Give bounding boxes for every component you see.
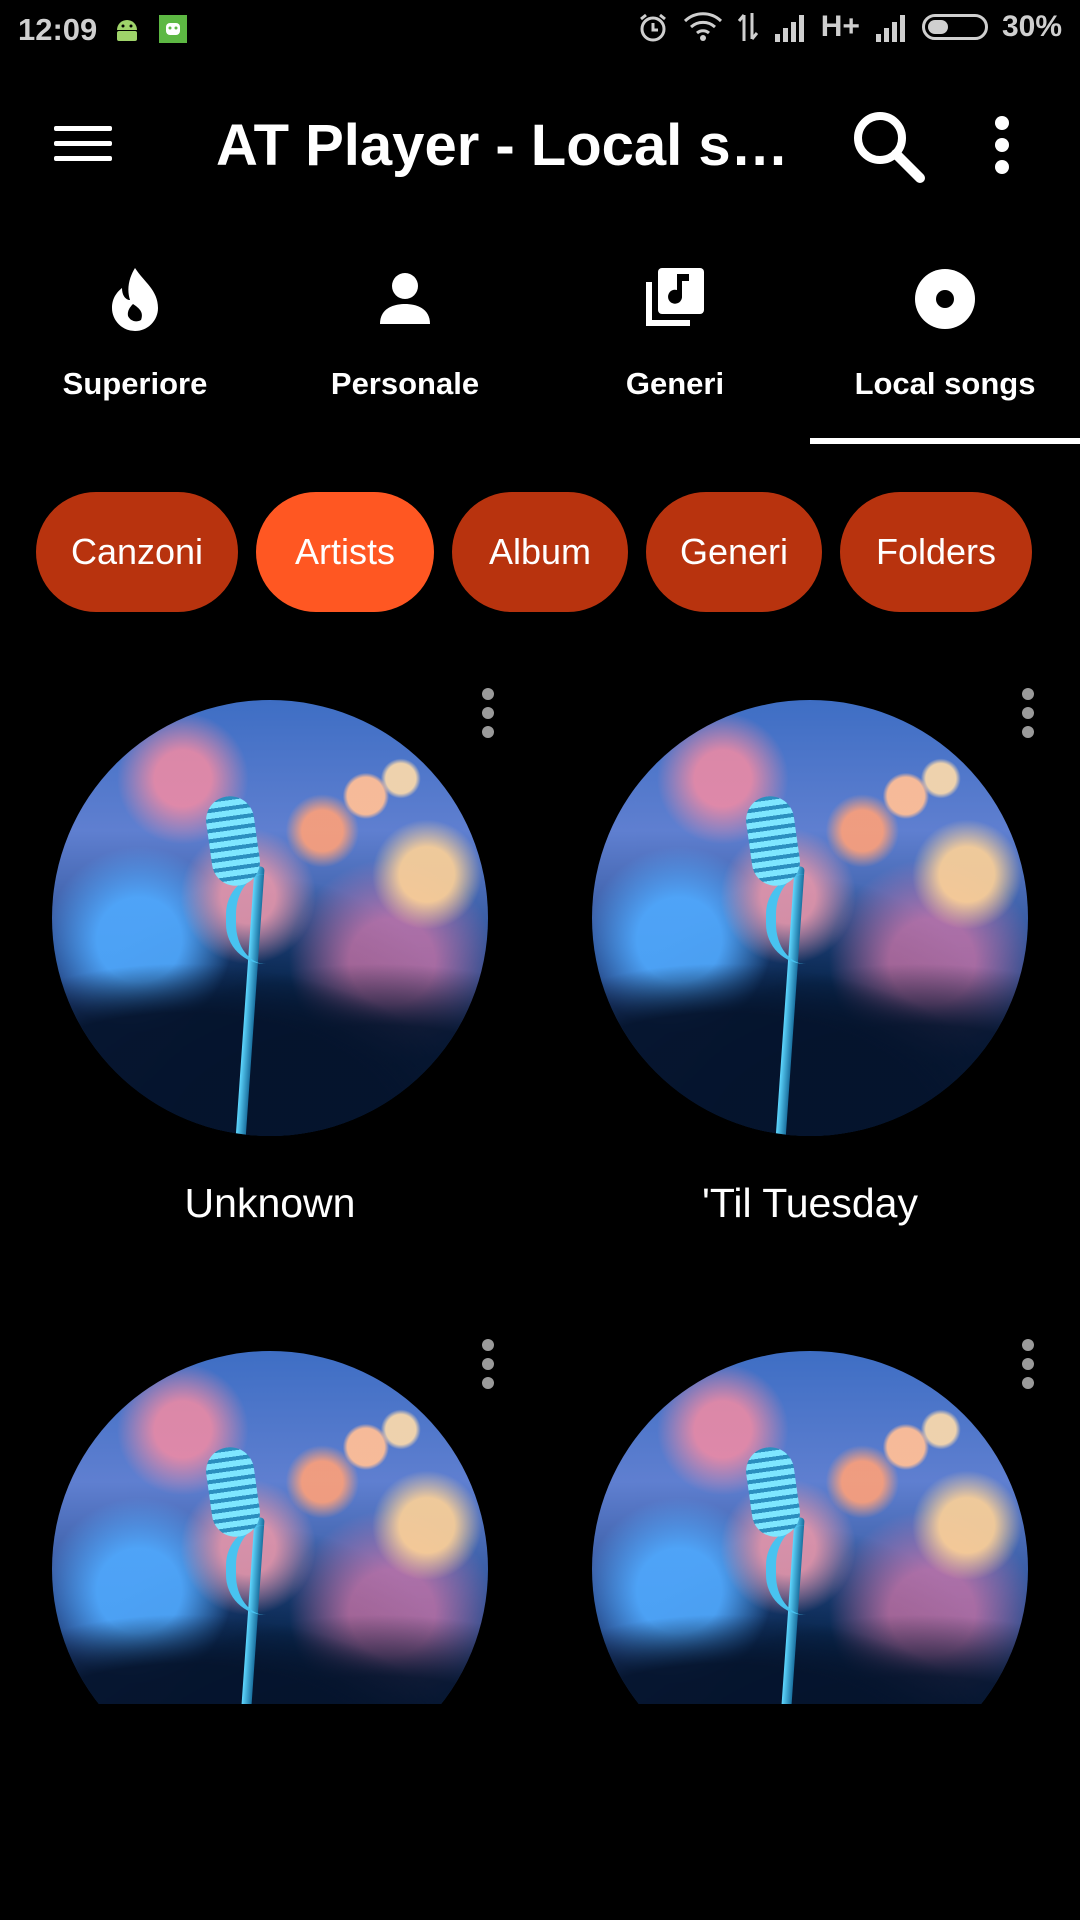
tab-bar: Superiore Personale Generi Local songs (0, 228, 1080, 444)
status-time: 12:09 (18, 12, 98, 47)
chip-folders[interactable]: Folders (840, 492, 1032, 612)
tab-label: Superiore (62, 366, 208, 401)
album-icon (915, 269, 975, 329)
data-transfer-icon (737, 13, 758, 41)
chip-generi[interactable]: Generi (646, 492, 822, 612)
more-vert-icon[interactable] (1018, 1339, 1038, 1389)
wifi-icon (683, 12, 722, 41)
artist-name: 'Til Tuesday (702, 1180, 918, 1226)
status-bar: 12:09 H+ 30% (0, 0, 1080, 60)
filter-chips: Canzoni Artists Album Generi Folders (36, 492, 1032, 612)
hamburger-menu-icon[interactable] (54, 122, 112, 166)
more-vert-icon[interactable] (1018, 688, 1038, 738)
alarm-icon (639, 13, 666, 42)
flame-icon (112, 268, 158, 331)
battery-icon (921, 14, 988, 40)
tab-label: Local songs (854, 366, 1036, 401)
app-bar: AT Player - Local songs (0, 60, 1080, 228)
signal-icon-1 (774, 15, 804, 42)
tab-superiore[interactable]: Superiore (0, 228, 270, 444)
chip-artists[interactable]: Artists (256, 492, 434, 612)
android-debug-icon (117, 20, 137, 41)
battery-percent: 30% (1001, 10, 1062, 43)
page-title: AT Player - Local songs (216, 113, 796, 178)
tab-label: Generi (625, 366, 725, 401)
tab-local-songs[interactable]: Local songs (810, 228, 1080, 444)
artist-image[interactable] (592, 700, 1028, 1136)
person-icon (380, 273, 430, 324)
empty-bottom-area (0, 1704, 1080, 1920)
tab-indicator (810, 438, 1080, 444)
more-vert-icon[interactable] (478, 1339, 498, 1389)
artist-name: Unknown (184, 1180, 356, 1226)
tab-label: Personale (330, 366, 480, 401)
network-type: H+ (820, 10, 860, 43)
tab-generi[interactable]: Generi (540, 228, 810, 444)
library-music-icon (646, 268, 704, 326)
search-icon[interactable] (848, 106, 928, 186)
system-status: H+ 30% (637, 10, 1062, 44)
notification-icons (112, 14, 188, 44)
chip-canzoni[interactable]: Canzoni (36, 492, 238, 612)
more-vert-icon[interactable] (990, 116, 1014, 176)
artist-image[interactable] (52, 700, 488, 1136)
screen: 12:09 H+ 30% AT Player - Local so Superi… (0, 0, 1080, 1920)
android-notification-icon (159, 15, 187, 43)
signal-icon-2 (875, 15, 905, 42)
tab-personale[interactable]: Personale (270, 228, 540, 444)
chip-album[interactable]: Album (452, 492, 628, 612)
more-vert-icon[interactable] (478, 688, 498, 738)
